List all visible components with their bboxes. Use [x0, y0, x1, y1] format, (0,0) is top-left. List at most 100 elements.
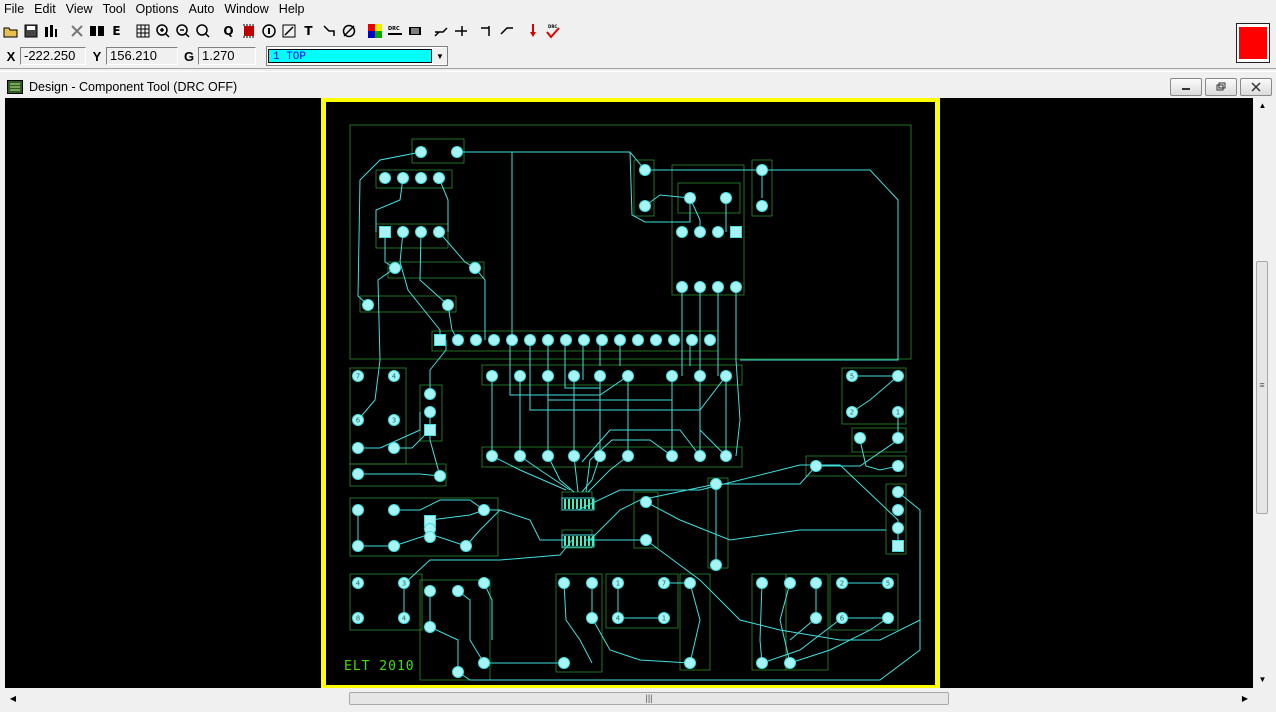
pcb-pad	[452, 334, 464, 346]
pad-number-label: 4	[392, 373, 397, 381]
pcb-pad	[882, 612, 894, 624]
minimize-button[interactable]	[1170, 78, 1202, 96]
scroll-right-icon[interactable]: ▶	[1237, 690, 1253, 707]
grid-label: G	[183, 48, 195, 64]
horizontal-scroll-thumb[interactable]: |||	[349, 692, 949, 705]
smd-pin	[580, 536, 582, 546]
pcb-pad	[694, 226, 706, 238]
pcb-trace	[509, 340, 629, 396]
y-label: Y	[92, 48, 102, 64]
pcb-canvas[interactable]: 7 4 6 3 5 2 1 4 3 8 4 1 7 4 1 2 5 6 ELT 2010	[5, 98, 1253, 688]
pcb-trace	[404, 539, 573, 584]
menu-options[interactable]: Options	[131, 0, 184, 18]
layer-select[interactable]: 1 TOP ▼	[266, 46, 448, 66]
report-icon[interactable]	[41, 21, 60, 41]
pcb-pad	[720, 450, 732, 462]
pcb-trace	[581, 455, 601, 493]
menu-window[interactable]: Window	[219, 0, 273, 18]
drc-check-icon[interactable]: DRC	[543, 21, 562, 41]
route-icon[interactable]	[319, 21, 338, 41]
pcb-pad	[424, 388, 436, 400]
pcb-trace	[645, 539, 921, 641]
find-icon[interactable]	[87, 21, 106, 41]
pcb-trace	[585, 439, 673, 493]
zoom-out-icon[interactable]	[173, 21, 192, 41]
color-palette-icon[interactable]	[365, 21, 384, 41]
reroute-icon[interactable]	[497, 21, 516, 41]
component-icon[interactable]	[239, 21, 258, 41]
pcb-pad	[451, 146, 463, 158]
pcb-pad	[424, 531, 436, 543]
pcb-pad	[622, 450, 634, 462]
pad-number-label: 8	[356, 615, 360, 623]
pcb-pad	[892, 460, 904, 472]
bus-icon[interactable]	[405, 21, 424, 41]
open-icon[interactable]	[1, 21, 20, 41]
pad-number-label: 6	[356, 417, 361, 425]
scroll-up-icon[interactable]: ▲	[1254, 98, 1271, 114]
edit-text-icon[interactable]: E	[107, 21, 126, 41]
pcb-pad	[397, 172, 409, 184]
coordinate-bar: X -222.250 Y 156.210 G 1.270 1 TOP ▼	[2, 45, 448, 67]
close-button[interactable]	[1240, 78, 1272, 96]
scroll-left-icon[interactable]: ◀	[5, 690, 21, 707]
pcb-pad	[784, 657, 796, 669]
menu-auto[interactable]: Auto	[184, 0, 220, 18]
pcb-pad	[712, 281, 724, 293]
query-icon[interactable]: Q	[219, 21, 238, 41]
pcb-pad	[730, 281, 742, 293]
pcb-pad	[415, 146, 427, 158]
zoom-in-icon[interactable]	[153, 21, 172, 41]
pcb-trace	[483, 582, 493, 640]
pcb-pad	[478, 577, 490, 589]
menu-view[interactable]: View	[61, 0, 98, 18]
zoom-fit-icon[interactable]	[193, 21, 212, 41]
pcb-pad	[650, 334, 662, 346]
smd-pin	[592, 536, 594, 546]
pad-number-label: 7	[662, 580, 666, 588]
chevron-down-icon[interactable]: ▼	[433, 48, 447, 64]
vertical-scrollbar[interactable]: ▲ ≡ ▼	[1254, 98, 1271, 688]
pcb-pad	[415, 172, 427, 184]
cut-icon[interactable]	[67, 21, 86, 41]
pcb-trace	[547, 455, 575, 493]
scroll-down-icon[interactable]: ▼	[1254, 672, 1271, 688]
pcb-trace	[484, 509, 566, 541]
info-icon[interactable]	[259, 21, 278, 41]
pcb-trace	[547, 340, 672, 401]
pcb-app-icon	[7, 80, 23, 94]
menu-edit[interactable]: Edit	[29, 0, 61, 18]
save-icon[interactable]	[21, 21, 40, 41]
move-icon[interactable]	[477, 21, 496, 41]
restore-button[interactable]	[1205, 78, 1237, 96]
menu-tool[interactable]: Tool	[98, 0, 131, 18]
grid-icon[interactable]	[133, 21, 152, 41]
autoroute-icon[interactable]	[431, 21, 450, 41]
smd-pin	[588, 499, 590, 509]
pcb-pad	[542, 334, 554, 346]
smd-pin	[564, 499, 566, 509]
pcb-trace	[429, 591, 459, 672]
menu-help[interactable]: Help	[274, 0, 310, 18]
vertical-scroll-thumb[interactable]: ≡	[1256, 261, 1268, 514]
pcb-pad	[710, 559, 722, 571]
drc-status-indicator[interactable]	[1236, 23, 1270, 63]
pcb-pad	[514, 370, 526, 382]
horizontal-scrollbar[interactable]: ◀ ||| ▶	[5, 690, 1253, 707]
grid-size-field[interactable]: 1.270	[198, 47, 256, 65]
pcb-pad	[712, 226, 724, 238]
pcb-board-drawing[interactable]: 7 4 6 3 5 2 1 4 3 8 4 1 7 4 1 2 5 6 ELT 2010	[5, 98, 1253, 688]
text-icon[interactable]: T	[299, 21, 318, 41]
pcb-pad	[639, 164, 651, 176]
highlight-icon[interactable]	[523, 21, 542, 41]
pcb-trace	[563, 582, 593, 664]
pcb-trace	[735, 288, 741, 457]
pcb-pad	[694, 281, 706, 293]
pcb-pad	[668, 334, 680, 346]
pen-icon[interactable]	[279, 21, 298, 41]
drc-icon[interactable]: DRC	[385, 21, 404, 41]
menu-file[interactable]: File	[0, 0, 29, 18]
pcb-pad	[578, 334, 590, 346]
no-connect-icon[interactable]	[339, 21, 358, 41]
split-icon[interactable]	[451, 21, 470, 41]
